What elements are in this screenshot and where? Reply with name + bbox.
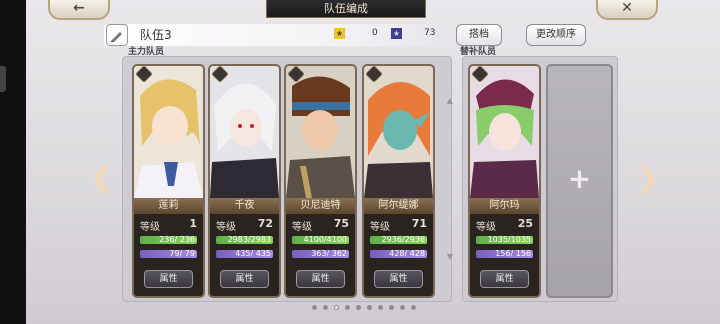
level-row: 等级 1 xyxy=(134,216,203,233)
member-card[interactable]: 千夜 等级 72 2983/2983 435/ 435 属性 xyxy=(208,64,281,298)
page-dot-active[interactable] xyxy=(334,305,339,310)
page-dot[interactable] xyxy=(389,305,394,310)
member-name: 贝尼迪特 xyxy=(286,198,355,214)
mp-bar: 79/ 79 xyxy=(140,250,197,258)
level-value: 1 xyxy=(189,217,197,230)
page-dot[interactable] xyxy=(400,305,405,310)
device-bezel xyxy=(0,0,26,324)
level-value: 75 xyxy=(333,217,349,230)
member-name: 阿尔玛 xyxy=(470,198,539,214)
attribute-button[interactable]: 属性 xyxy=(296,270,345,288)
close-icon: ✕ xyxy=(621,0,633,16)
hp-bar: 1035/1035 xyxy=(476,236,533,244)
character-portrait xyxy=(286,66,355,198)
mp-bar: 363/ 362 xyxy=(292,250,349,258)
character-portrait xyxy=(470,66,539,198)
mp-bar: 156/ 156 xyxy=(476,250,533,258)
attribute-button[interactable]: 属性 xyxy=(374,270,423,288)
back-button[interactable]: ← xyxy=(48,0,110,20)
attribute-button[interactable]: 属性 xyxy=(144,270,193,288)
member-card[interactable]: 贝尼迪特 等级 75 4100/4100 363/ 362 属性 xyxy=(284,64,357,298)
page-dot[interactable] xyxy=(323,305,328,310)
page-dot[interactable] xyxy=(312,305,317,310)
empty-member-slot[interactable]: + xyxy=(546,64,613,298)
page-dot[interactable] xyxy=(356,305,361,310)
level-label: 等级 xyxy=(216,222,236,233)
level-value: 25 xyxy=(517,217,533,230)
member-card[interactable]: 莲莉 等级 1 236/ 236 79/ 79 属性 xyxy=(132,64,205,298)
blue-stat-icon: ★ xyxy=(391,28,402,39)
level-value: 72 xyxy=(257,217,273,230)
hp-bar: 4100/4100 xyxy=(292,236,349,244)
next-team-arrow-icon[interactable]: ❯ xyxy=(636,160,659,196)
team-pagination xyxy=(312,305,432,313)
plus-icon: + xyxy=(567,162,592,195)
member-card[interactable]: 阿尔缇娜 等级 71 2936/2936 428/ 428 属性 xyxy=(362,64,435,298)
level-label: 等级 xyxy=(476,222,496,233)
page-dot[interactable] xyxy=(367,305,372,310)
member-name: 莲莉 xyxy=(134,198,203,214)
level-label: 等级 xyxy=(140,222,160,233)
hp-bar: 2983/2983 xyxy=(216,236,273,244)
level-label: 等级 xyxy=(370,222,390,233)
screen-title: 队伍编成 xyxy=(266,0,426,18)
character-portrait xyxy=(364,66,433,198)
member-name: 千夜 xyxy=(210,198,279,214)
page-dot[interactable] xyxy=(345,305,350,310)
mp-bar: 428/ 428 xyxy=(370,250,427,258)
change-order-button[interactable]: 更改顺序 xyxy=(526,24,586,46)
character-portrait xyxy=(134,66,203,198)
team-name: 队伍3 xyxy=(140,28,172,42)
member-name: 阿尔缇娜 xyxy=(364,198,433,214)
gold-stat-icon: ★ xyxy=(334,28,345,39)
page-dot[interactable] xyxy=(411,305,416,310)
blue-stat-value: 73 xyxy=(424,28,436,38)
device-notch xyxy=(0,66,6,92)
level-label: 等级 xyxy=(292,222,312,233)
hp-bar: 236/ 236 xyxy=(140,236,197,244)
attribute-button[interactable]: 属性 xyxy=(220,270,269,288)
scroll-up-icon: ▲ xyxy=(446,96,454,105)
member-card[interactable]: 阿尔玛 等级 25 1035/1035 156/ 156 属性 xyxy=(468,64,541,298)
hp-bar: 2936/2936 xyxy=(370,236,427,244)
back-arrow-icon: ← xyxy=(73,0,85,16)
mp-bar: 435/ 435 xyxy=(216,250,273,258)
prev-team-arrow-icon[interactable]: ❮ xyxy=(90,160,113,196)
gold-stat-value: 0 xyxy=(372,28,378,38)
level-row: 等级 71 xyxy=(364,216,433,233)
close-button[interactable]: ✕ xyxy=(596,0,658,20)
pencil-icon xyxy=(111,32,122,42)
attribute-button[interactable]: 属性 xyxy=(480,270,529,288)
level-value: 71 xyxy=(411,217,427,230)
scroll-down-icon: ▼ xyxy=(446,252,454,261)
level-row: 等级 25 xyxy=(470,216,539,233)
level-row: 等级 72 xyxy=(210,216,279,233)
partner-button[interactable]: 搭档 xyxy=(456,24,502,46)
level-row: 等级 75 xyxy=(286,216,355,233)
page-dot[interactable] xyxy=(378,305,383,310)
character-portrait xyxy=(210,66,279,198)
edit-team-name-button[interactable] xyxy=(106,24,128,46)
